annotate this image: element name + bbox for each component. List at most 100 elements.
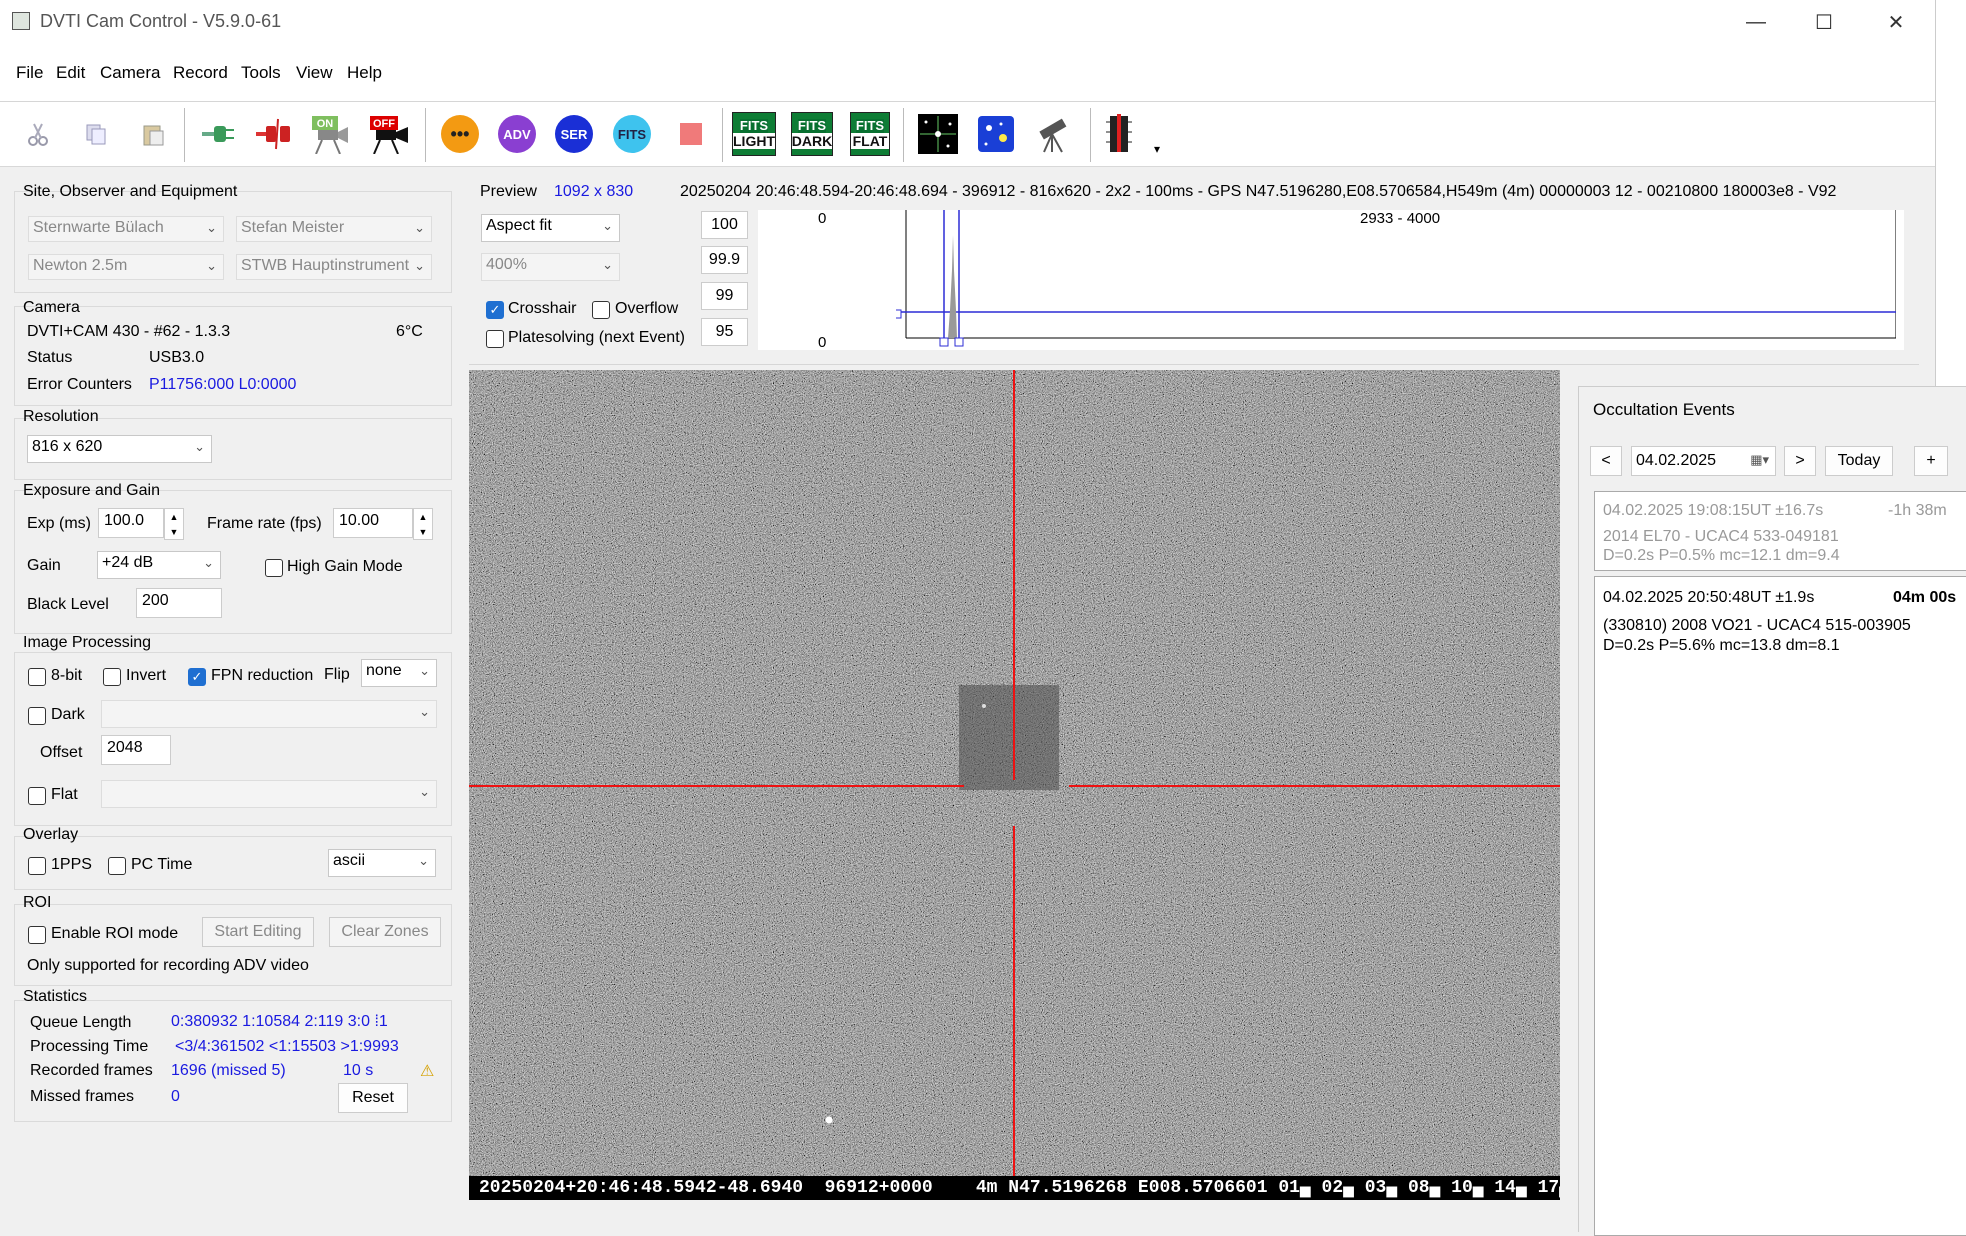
- overflow-checkbox[interactable]: [592, 301, 610, 319]
- level-99-9-button[interactable]: 99.9: [701, 246, 748, 274]
- telescope-select[interactable]: Newton 2.5m ⌄: [28, 254, 224, 280]
- toolbar-overflow-button[interactable]: ▾: [1154, 142, 1160, 156]
- gain-select[interactable]: +24 dB ⌄: [97, 551, 221, 579]
- camera-temperature: 6°C: [396, 323, 423, 340]
- fpn-reduction-checkbox[interactable]: ✓: [188, 668, 206, 686]
- fps-spinner[interactable]: ▲ ▼: [413, 508, 433, 540]
- paste-icon[interactable]: [133, 114, 173, 154]
- off-label: OFF: [373, 118, 395, 130]
- processing-time-value: <3/4:361502 <1:15503 >1:9993: [175, 1038, 399, 1055]
- maximize-button[interactable]: ☐: [1794, 6, 1854, 38]
- 1pps-checkbox[interactable]: [28, 857, 46, 875]
- zoom-select[interactable]: 400% ⌄: [481, 253, 620, 281]
- offset-label: Offset: [40, 744, 83, 761]
- status-value: USB3.0: [149, 349, 205, 366]
- next-date-button[interactable]: >: [1784, 446, 1816, 476]
- histogram-panel[interactable]: 0 0 2933 - 4000: [758, 210, 1904, 351]
- event-card-next[interactable]: 04.02.2025 20:50:48UT ±1.9s 04m 00s (330…: [1594, 576, 1966, 1236]
- event-card-past[interactable]: 04.02.2025 19:08:15UT ±16.7s -1h 38m 201…: [1594, 491, 1966, 571]
- close-button[interactable]: ✕: [1866, 6, 1926, 38]
- adv-record-icon[interactable]: ADV: [497, 114, 537, 154]
- 8bit-checkbox[interactable]: [28, 668, 46, 686]
- overlay-mode-select[interactable]: ascii ⌄: [328, 849, 436, 877]
- fits-light-icon[interactable]: FITS LIGHT: [732, 112, 776, 156]
- copy-icon[interactable]: [76, 114, 116, 154]
- preview-size: 1092 x 830: [554, 183, 634, 200]
- fits-flat-icon[interactable]: FITS FLAT: [850, 112, 890, 156]
- fits-dark-icon[interactable]: FITS DARK: [790, 112, 834, 156]
- cut-icon[interactable]: [18, 114, 58, 154]
- warning-icon: ⚠: [420, 1063, 435, 1080]
- fps-input[interactable]: 10.00: [333, 508, 413, 538]
- camera-off-icon[interactable]: OFF: [368, 114, 408, 154]
- menu-tools[interactable]: Tools: [241, 63, 281, 83]
- more-options-icon[interactable]: •••: [440, 114, 480, 154]
- dark-frame-select[interactable]: ⌄: [101, 700, 437, 728]
- frame-info: 20250204 20:46:48.594-20:46:48.694 - 396…: [680, 183, 1837, 200]
- video-preview[interactable]: 20250204+20:46:48.5942-48.6940 96912+000…: [469, 370, 1560, 1200]
- instrument-select[interactable]: STWB Hauptinstrument ⌄: [236, 254, 432, 280]
- pc-time-checkbox[interactable]: [108, 857, 126, 875]
- stop-icon[interactable]: [671, 114, 711, 154]
- error-counters-label: Error Counters: [27, 376, 132, 393]
- chevron-down-icon: ⌄: [419, 784, 430, 799]
- exp-spinner[interactable]: ▲ ▼: [164, 508, 184, 540]
- flat-frame-select[interactable]: ⌄: [101, 780, 437, 808]
- event-countdown: -1h 38m: [1888, 502, 1947, 519]
- chevron-down-icon: ⌄: [602, 257, 613, 272]
- missed-frames-label: Missed frames: [30, 1088, 135, 1105]
- flat-label: Flat: [51, 786, 78, 803]
- crosshair-checkbox[interactable]: ✓: [486, 301, 504, 319]
- flat-checkbox[interactable]: [28, 787, 46, 805]
- menu-view[interactable]: View: [296, 63, 333, 83]
- offset-input[interactable]: 2048: [101, 735, 171, 765]
- observer-select[interactable]: Stefan Meister ⌄: [236, 216, 432, 242]
- level-95-button[interactable]: 95: [701, 318, 748, 346]
- platesolve-icon[interactable]: [976, 114, 1016, 154]
- crosshair-star-icon[interactable]: [918, 114, 958, 154]
- telescope-icon[interactable]: [1034, 114, 1074, 154]
- today-button[interactable]: Today: [1825, 446, 1893, 476]
- menu-edit[interactable]: Edit: [56, 63, 85, 83]
- enable-roi-label: Enable ROI mode: [51, 925, 179, 942]
- camera-on-icon[interactable]: ON: [310, 114, 350, 154]
- fits-record-icon[interactable]: FITS: [612, 114, 652, 154]
- histogram-top-value: 0: [818, 210, 827, 227]
- minimize-button[interactable]: —: [1726, 6, 1786, 38]
- prev-date-button[interactable]: <: [1590, 446, 1622, 476]
- observatory-select[interactable]: Sternwarte Bülach ⌄: [28, 216, 224, 242]
- aspect-fit-select[interactable]: Aspect fit ⌄: [481, 214, 620, 242]
- level-99-button[interactable]: 99: [701, 282, 748, 310]
- image-processing-title: Image Processing: [23, 634, 152, 651]
- flip-select[interactable]: none ⌄: [361, 659, 437, 687]
- level-100-button[interactable]: 100: [701, 211, 748, 239]
- dark-checkbox[interactable]: [28, 707, 46, 725]
- disconnect-icon[interactable]: [254, 114, 294, 154]
- high-gain-checkbox[interactable]: [265, 559, 283, 577]
- calendar-icon[interactable]: ▦▾: [1750, 452, 1769, 468]
- exp-input[interactable]: 100.0: [98, 508, 164, 538]
- reset-button[interactable]: Reset: [338, 1083, 408, 1113]
- app-icon: [12, 12, 30, 30]
- crosshair-label: Crosshair: [508, 300, 577, 317]
- menu-camera[interactable]: Camera: [100, 63, 160, 83]
- menu-record[interactable]: Record: [173, 63, 228, 83]
- invert-checkbox[interactable]: [103, 668, 121, 686]
- connect-icon[interactable]: [198, 114, 238, 154]
- start-editing-button[interactable]: Start Editing: [202, 917, 314, 947]
- date-picker[interactable]: 04.02.2025 ▦▾: [1631, 446, 1776, 476]
- resolution-select[interactable]: 816 x 620 ⌄: [27, 435, 212, 463]
- histogram-bottom-value: 0: [818, 334, 827, 351]
- enable-roi-checkbox[interactable]: [28, 926, 46, 944]
- dark-label: Dark: [51, 706, 85, 723]
- noise-image: [469, 370, 1560, 1200]
- ser-record-icon[interactable]: SER: [554, 114, 594, 154]
- black-level-input[interactable]: 200: [136, 588, 222, 618]
- menu-file[interactable]: File: [16, 63, 43, 83]
- thermometer-icon[interactable]: [1100, 114, 1140, 154]
- add-event-button[interactable]: +: [1914, 446, 1948, 476]
- camera-title: Camera: [23, 299, 80, 316]
- platesolving-checkbox[interactable]: [486, 330, 504, 348]
- menu-help[interactable]: Help: [347, 63, 382, 83]
- clear-zones-button[interactable]: Clear Zones: [329, 917, 441, 947]
